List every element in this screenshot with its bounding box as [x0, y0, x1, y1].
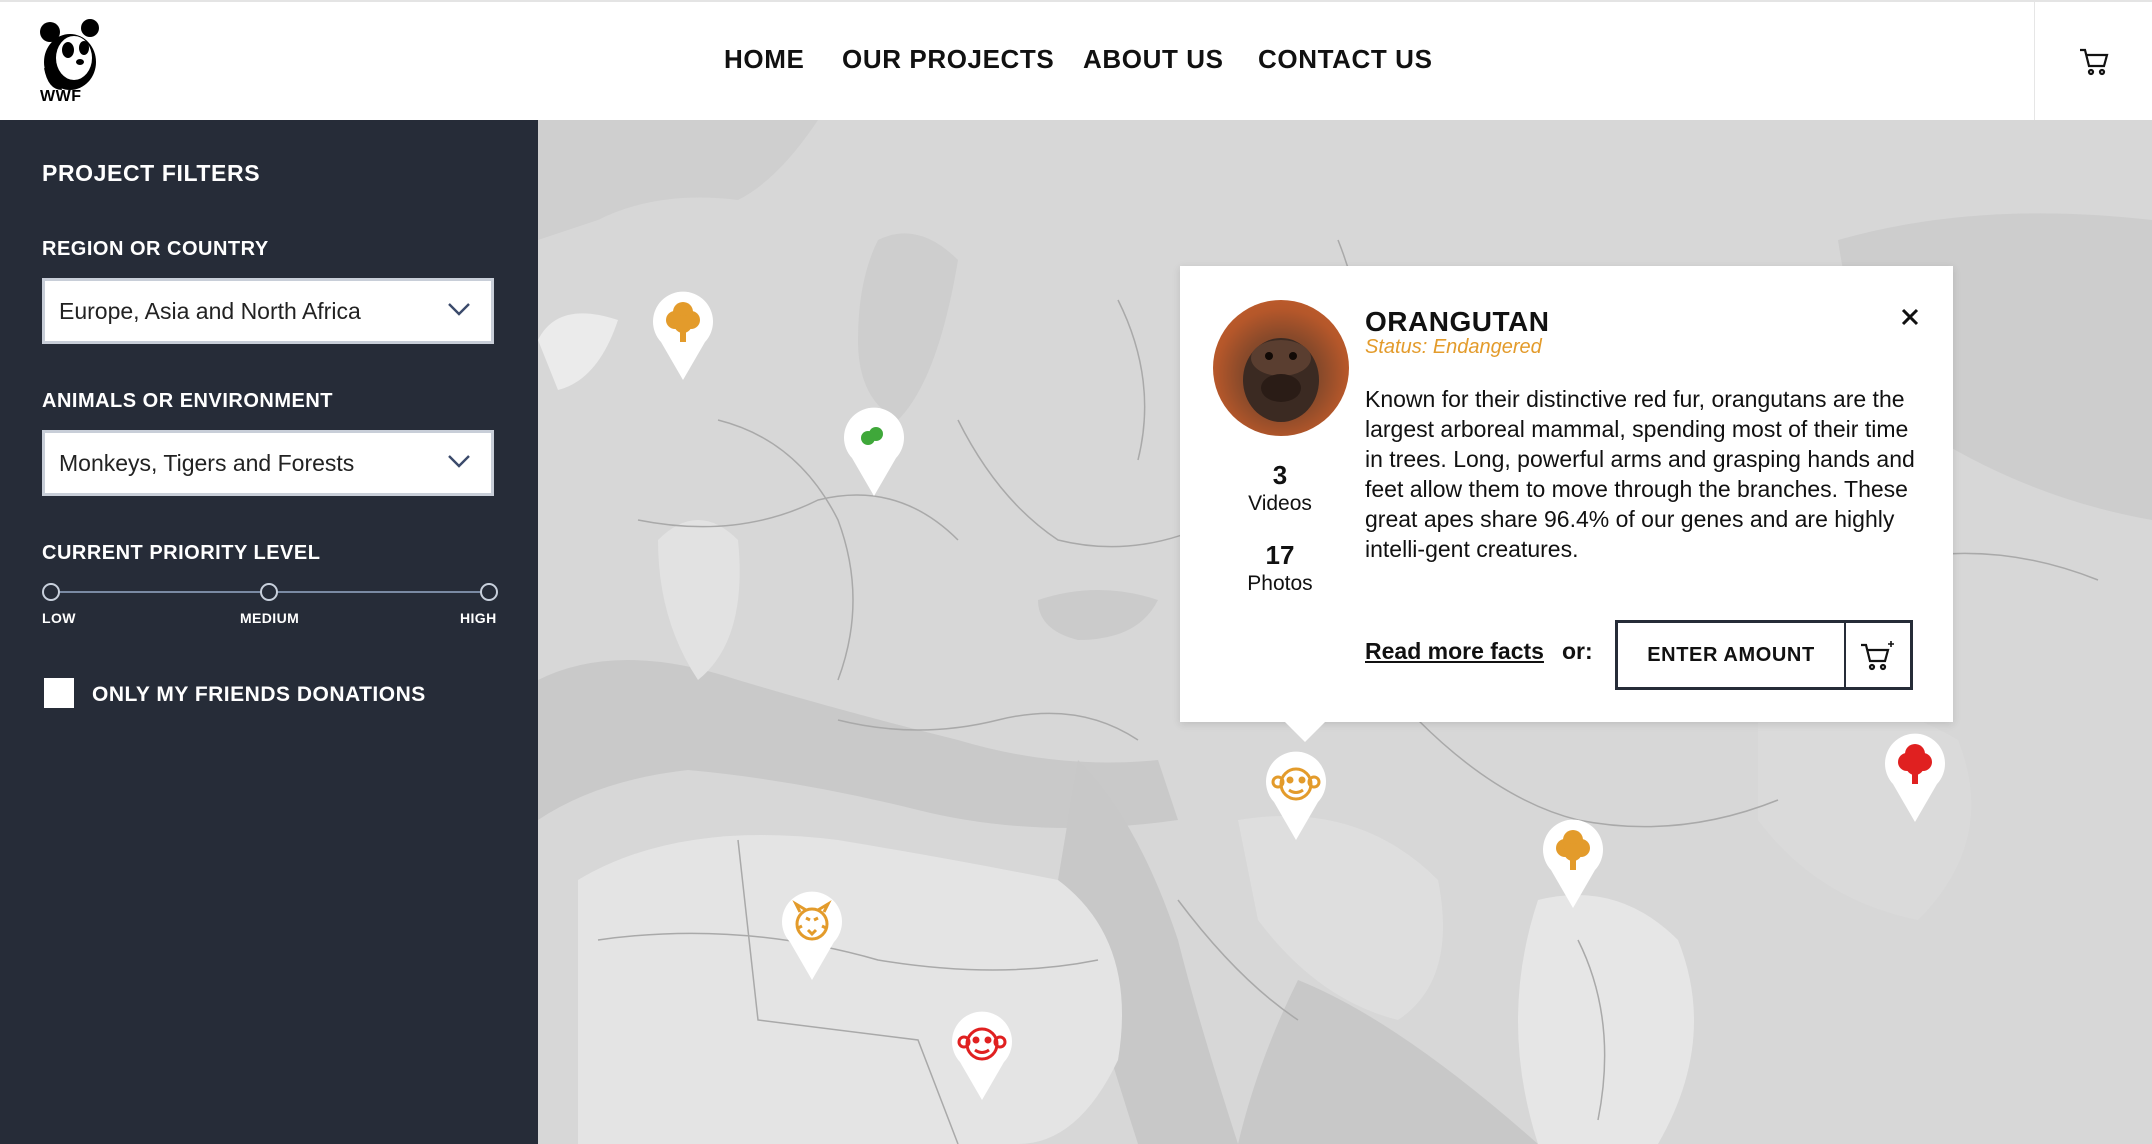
slider-label-medium: MEDIUM — [240, 610, 300, 626]
map-pin-tree[interactable] — [1539, 818, 1607, 910]
friends-donations-checkbox[interactable] — [44, 678, 74, 708]
read-more-link[interactable]: Read more facts — [1365, 638, 1544, 665]
or-text: or: — [1562, 638, 1593, 664]
filters-title: PROJECT FILTERS — [42, 160, 261, 186]
cart-button[interactable] — [2034, 2, 2152, 122]
map-pin-tree[interactable] — [840, 406, 908, 498]
priority-label: CURRENT PRIORITY LEVEL — [42, 542, 321, 564]
site-header: WWF HOME OUR PROJECTS ABOUT US CONTACT U… — [0, 0, 2152, 122]
filters-sidebar: PROJECT FILTERS REGION OR COUNTRY Europe… — [0, 120, 538, 1144]
slider-label-high: HIGH — [460, 610, 497, 626]
priority-slider[interactable]: LOW MEDIUM HIGH — [42, 582, 498, 632]
slider-stop-low[interactable] — [42, 583, 60, 601]
slider-stop-high[interactable] — [480, 583, 498, 601]
species-popup: 3 Videos 17 Photos ORANGUTAN Status: End… — [1180, 266, 1953, 742]
animals-label: ANIMALS OR ENVIRONMENT — [42, 390, 333, 412]
add-to-cart-button[interactable] — [1846, 623, 1910, 687]
orangutan-photo — [1213, 300, 1349, 436]
photos-count: 17 — [1265, 540, 1295, 570]
videos-label[interactable]: Videos — [1220, 492, 1340, 516]
nav-contact-us[interactable]: CONTACT US — [1258, 44, 1433, 75]
map-pin-tree[interactable] — [649, 290, 717, 382]
species-status: Status: Endangered — [1365, 336, 1542, 358]
region-select[interactable]: Europe, Asia and North Africa — [42, 278, 494, 344]
close-icon[interactable] — [1897, 304, 1923, 330]
map-pin-monkey[interactable] — [948, 1010, 1016, 1102]
popup-pointer — [1285, 722, 1325, 742]
slider-label-low: LOW — [42, 610, 76, 626]
enter-amount-button[interactable]: ENTER AMOUNT — [1618, 623, 1846, 687]
animals-select[interactable]: Monkeys, Tigers and Forests — [42, 430, 494, 496]
animals-select-value: Monkeys, Tigers and Forests — [59, 449, 355, 476]
cart-icon — [2079, 48, 2108, 76]
region-label: REGION OR COUNTRY — [42, 238, 269, 260]
map-pin-tiger[interactable] — [778, 890, 846, 982]
photos-label[interactable]: Photos — [1220, 572, 1340, 596]
add-to-cart-icon — [1861, 641, 1894, 671]
donation-amount-field[interactable]: ENTER AMOUNT — [1615, 620, 1913, 690]
nav-about-us[interactable]: ABOUT US — [1083, 44, 1224, 75]
map-pin-tree[interactable] — [1881, 732, 1949, 824]
chevron-down-icon — [448, 303, 470, 316]
main-nav: HOME OUR PROJECTS ABOUT US CONTACT US — [0, 2, 2152, 122]
map-pin-monkey[interactable] — [1262, 750, 1330, 842]
chevron-down-icon — [448, 455, 470, 468]
region-select-value: Europe, Asia and North Africa — [59, 297, 361, 324]
nav-home[interactable]: HOME — [724, 44, 804, 75]
friends-donations-label: ONLY MY FRIENDS DONATIONS — [92, 683, 426, 706]
nav-our-projects[interactable]: OUR PROJECTS — [842, 44, 1054, 75]
slider-stop-medium[interactable] — [260, 583, 278, 601]
species-description: Known for their distinctive red fur, ora… — [1365, 386, 1915, 562]
videos-count: 3 — [1272, 460, 1288, 490]
species-title: ORANGUTAN — [1365, 306, 1550, 337]
